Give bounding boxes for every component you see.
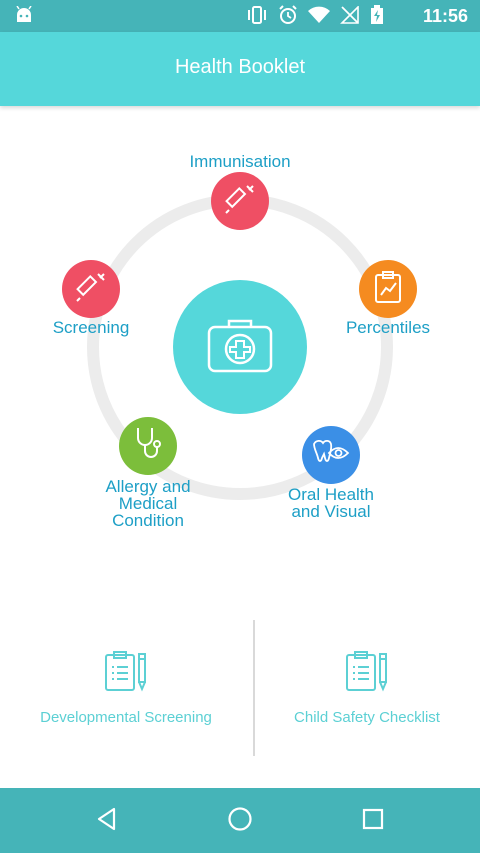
vibrate-icon (246, 5, 268, 30)
syringe-icon (223, 182, 257, 221)
developmental-screening-button[interactable]: Developmental Screening (6, 650, 246, 730)
alarm-icon (278, 5, 298, 30)
back-button[interactable] (92, 806, 122, 836)
clipboard-chart-icon (373, 270, 403, 309)
wifi-icon (308, 6, 330, 29)
immunisation-button[interactable] (211, 172, 269, 230)
clipboard-pencil-icon (6, 650, 246, 697)
navigation-bar (0, 788, 480, 853)
oral-health-label[interactable]: Oral Health and Visual (271, 486, 391, 520)
home-button[interactable] (225, 806, 255, 836)
immunisation-label[interactable]: Immunisation (160, 153, 320, 170)
allergy-button[interactable] (119, 417, 177, 475)
allergy-label[interactable]: Allergy and Medical Condition (88, 478, 208, 529)
screen: 11:56 Health Booklet Immunisation Screen… (0, 0, 480, 853)
back-icon (94, 806, 120, 837)
screening-label[interactable]: Screening (26, 319, 156, 336)
no-signal-icon (340, 5, 360, 29)
stethoscope-icon (132, 426, 164, 467)
page-title: Health Booklet (174, 56, 306, 78)
center-button[interactable] (173, 280, 307, 414)
child-safety-checklist-label: Child Safety Checklist (294, 709, 440, 726)
android-icon (14, 5, 34, 29)
recents-button[interactable] (358, 806, 388, 836)
clipboard-pencil-icon (247, 650, 480, 697)
first-aid-kit-icon (205, 315, 275, 380)
battery-charging-icon (370, 5, 384, 30)
percentiles-button[interactable] (359, 260, 417, 318)
syringe-icon (74, 270, 108, 309)
status-bar: 11:56 (0, 0, 480, 32)
recents-icon (361, 807, 385, 836)
child-safety-checklist-button[interactable]: Child Safety Checklist (247, 650, 480, 730)
tooth-eye-icon (311, 438, 351, 473)
developmental-screening-label: Developmental Screening (40, 709, 212, 726)
percentiles-label[interactable]: Percentiles (333, 319, 443, 336)
status-time: 11:56 (422, 6, 468, 26)
oral-health-button[interactable] (302, 426, 360, 484)
home-icon (227, 806, 253, 837)
screening-button[interactable] (62, 260, 120, 318)
app-bar: Health Booklet (0, 32, 480, 106)
